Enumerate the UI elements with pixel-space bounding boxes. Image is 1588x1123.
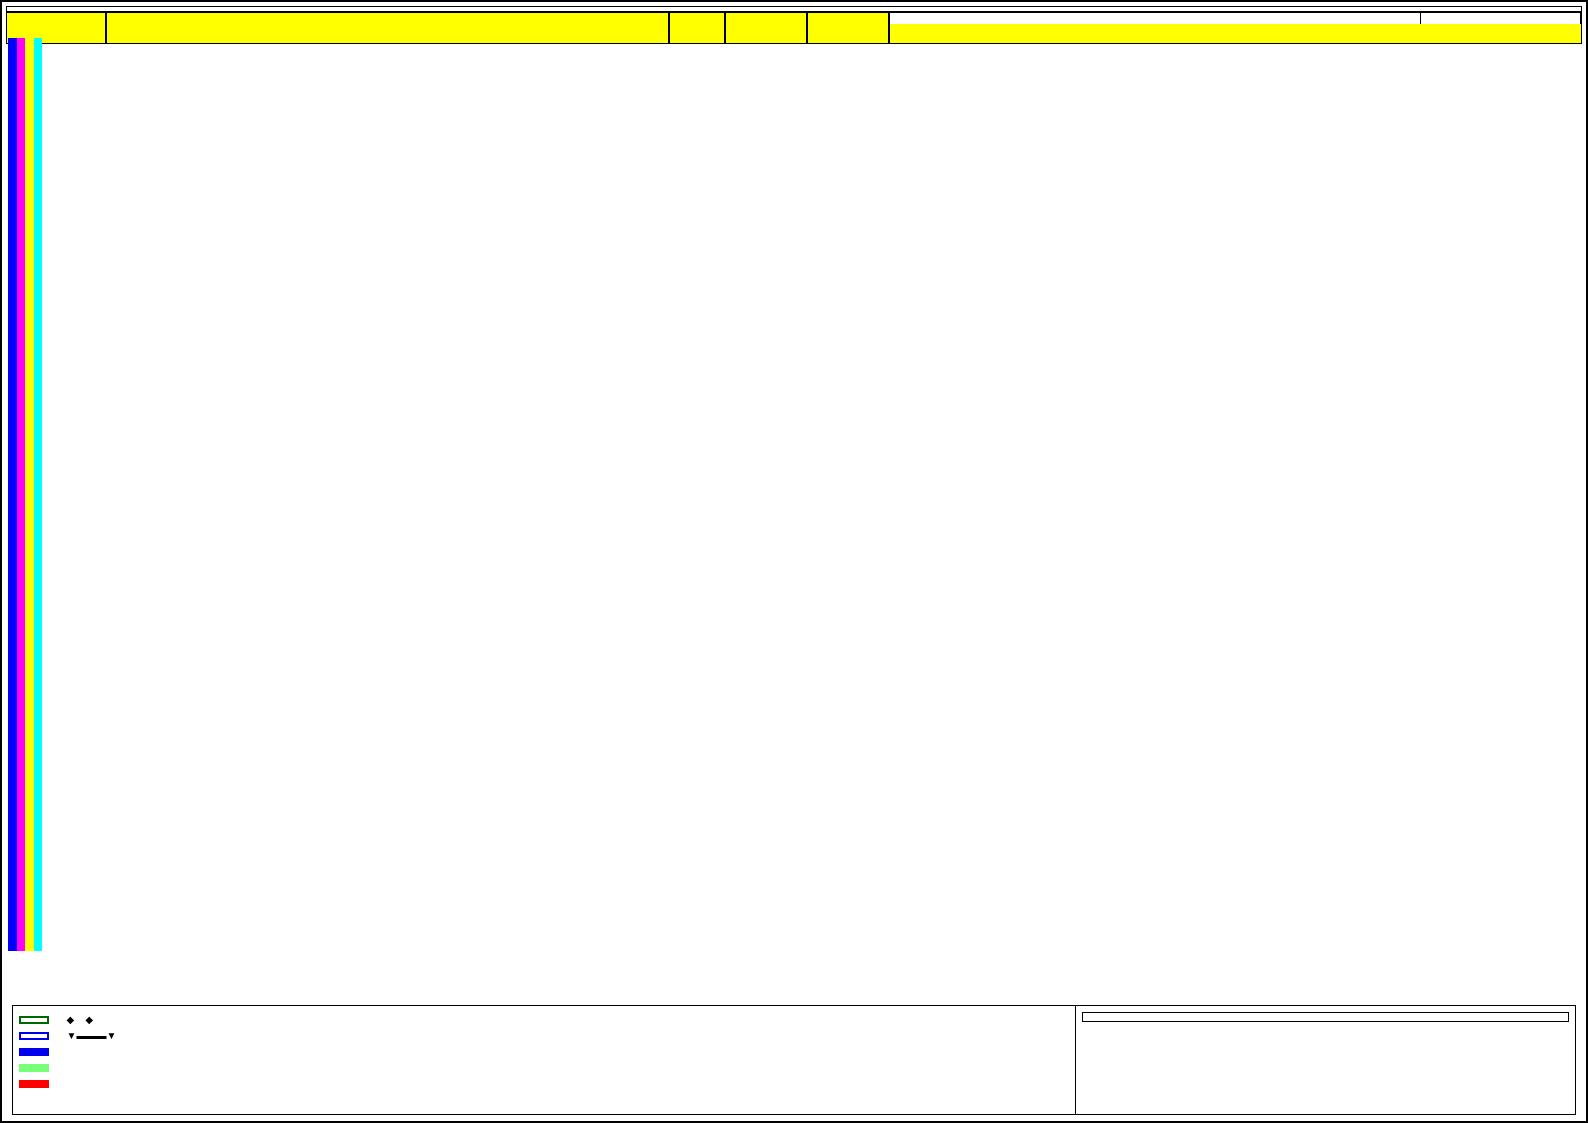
col-finish (807, 12, 889, 44)
col-start (725, 12, 807, 44)
outline-stripes (8, 38, 42, 951)
year-2013 (890, 13, 1422, 24)
timeline-header (889, 12, 1582, 44)
year-2014 (1421, 13, 1581, 24)
legend: ◆ ◆ ▼▬▬▬▼ (12, 1005, 1576, 1115)
col-activity-name (106, 12, 669, 44)
col-duration (669, 12, 725, 44)
contract-title (7, 7, 888, 11)
project-title (888, 7, 1581, 11)
column-headers (6, 12, 1582, 44)
